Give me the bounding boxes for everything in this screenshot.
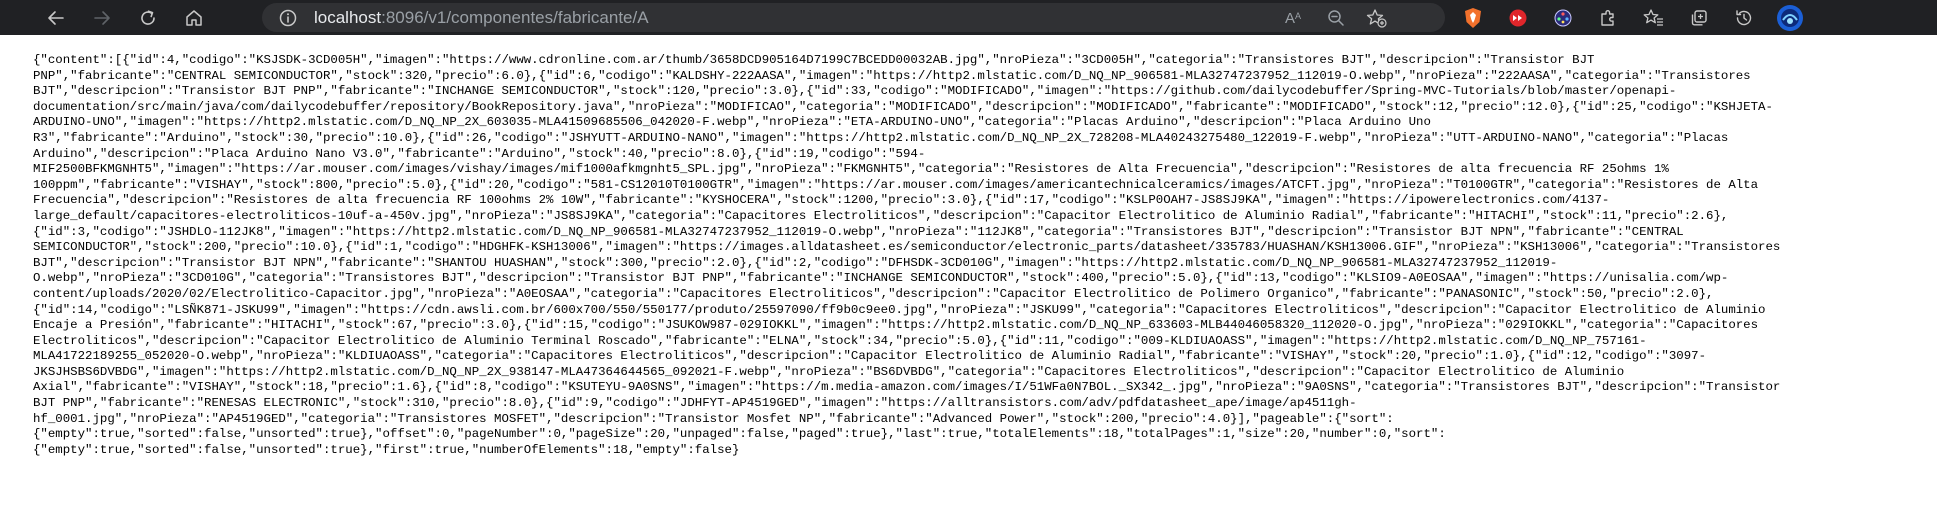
json-response-text: {"content":[{"id":4,"codigo":"KSJSDK-3CD… [0,35,1937,458]
zoom-out-icon [1328,9,1344,26]
json-line: documentation/src/main/java/com/dailycod… [33,99,1773,114]
json-line: {"content":[{"id":4,"codigo":"KSJSDK-3CD… [33,53,1595,67]
collections-button[interactable] [1681,0,1717,35]
json-line: BJT PNP","fabricante":"RENESAS ELECTRONI… [33,396,1357,411]
profile-avatar [1777,4,1803,31]
refresh-icon [141,9,155,25]
json-line: BJT","descripcion":"Transistor BJT NPN",… [33,255,1558,270]
json-line: 100ppm","fabricante":"VISHAY","stock":80… [33,177,1759,192]
star-plus-icon [1366,8,1387,28]
url-text[interactable]: localhost:8096/v1/componentes/fabricante… [314,3,649,32]
json-line: Electroliticos","descripcion":"Capacitor… [33,333,1647,348]
svg-text:A: A [1285,10,1295,27]
favorites-icon [1643,8,1663,26]
dots-extension-button[interactable] [1545,0,1581,35]
dots-extension [1554,9,1572,26]
json-line: {"empty":true,"sorted":false,"unsorted":… [33,442,740,457]
back-button[interactable] [38,0,74,35]
read-aloud-button[interactable]: A A [1277,0,1313,35]
page-content: {"content":[{"id":4,"codigo":"KSJSDK-3CD… [0,35,1937,516]
json-line: R3","fabricante":"Arduino","stock":30,"p… [33,130,1729,145]
json-line: Encaje a Presión","fabricante":"HITACHI"… [33,318,1759,333]
site-info-button[interactable] [270,0,306,35]
url-path: :8096/v1/componentes/fabricante/A [381,8,649,27]
json-line: MLA41722189255_052020-O.webp","nroPieza"… [33,349,1707,364]
extensions-button[interactable] [1590,0,1626,35]
json-line: MIF2500BFKMGNHT5","imagen":"https://ar.m… [33,162,1669,177]
brave-shield-extension [1465,7,1481,28]
history-button[interactable] [1726,0,1762,35]
refresh-button[interactable] [130,0,166,35]
json-line: content/uploads/2020/02/Electrolitico-Ca… [33,286,1714,301]
zoom-button[interactable] [1318,0,1354,35]
svg-text:A: A [1295,11,1301,21]
address-bar[interactable]: localhost:8096/v1/componentes/fabricante… [262,3,1445,32]
json-line: O.webp","nroPieza":"3CD010G","categoria"… [33,271,1729,286]
home-icon [186,9,202,26]
json-line: Frecuencia","descripcion":"Resistores de… [33,193,1610,208]
youtube-extension [1509,9,1527,26]
favorites-button[interactable] [1636,0,1672,35]
home-button[interactable] [176,0,212,35]
json-line: hf_0001.jpg","nroPieza":"AP4519GED","cat… [33,411,1394,426]
read-aloud-icon: A A [1285,10,1301,27]
brave-extension-button[interactable] [1455,0,1491,35]
json-line: SEMICONDUCTOR","stock":200,"precio":10.0… [33,240,1781,255]
json-line: {"empty":true,"sorted":false,"unsorted":… [33,427,1446,442]
json-line: PNP","fabricante":"CENTRAL SEMICONDUCTOR… [33,68,1751,83]
browser-toolbar: localhost:8096/v1/componentes/fabricante… [0,0,1937,35]
json-line: large_default/capacitores-electroliticos… [33,208,1729,223]
arrow-right-icon [94,10,110,25]
json-line: {"id":14,"codigo":"LSÑK871-JSKU99","imag… [33,302,1766,317]
json-line: JKSJHSBS6DVBDG","imagen":"https://http2.… [33,364,1625,379]
url-host: localhost [314,8,382,27]
profile-button[interactable] [1772,0,1808,35]
collections-icon [1691,9,1707,25]
json-line: ARDUINO-UNO","imagen":"https://http2.mls… [33,115,1431,130]
history-icon [1736,9,1752,25]
youtube-extension-button[interactable] [1500,0,1536,35]
info-icon [279,9,297,26]
arrow-left-icon [48,10,64,25]
json-line: Axial","fabricante":"VISHAY","stock":18,… [33,380,1781,395]
add-favorite-button[interactable] [1359,0,1395,35]
json-line: BJT","descripcion":"Transistor BJT PNP",… [33,84,1677,99]
json-line: {"id":3,"codigo":"JSHDLO-112JK8","imagen… [33,224,1684,239]
json-line: Arduino","descripcion":"Placa Arduino Na… [33,146,926,161]
puzzle-extensions-icon [1601,9,1614,26]
forward-button[interactable] [84,0,120,35]
